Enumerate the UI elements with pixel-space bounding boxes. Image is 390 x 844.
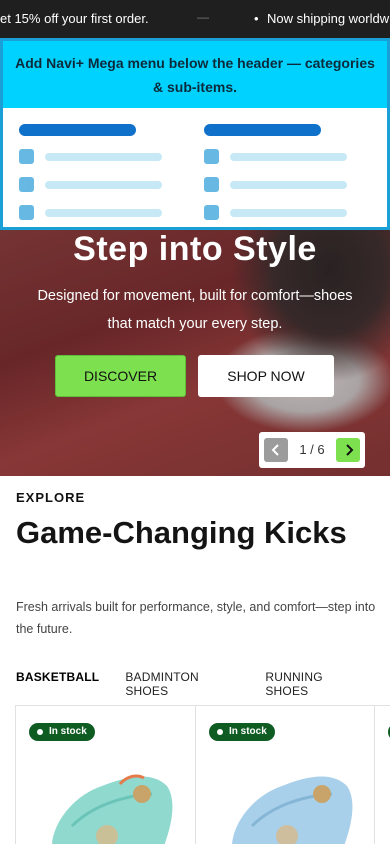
hero-banner: Step into Style Designed for movement, b… xyxy=(0,230,390,476)
mega-menu-banner-text: Add Navi+ Mega menu below the header — c… xyxy=(15,54,375,95)
subitem-icon xyxy=(19,205,34,220)
subitem-line xyxy=(45,180,162,189)
subitem-line xyxy=(45,152,162,161)
product-card[interactable] xyxy=(374,705,390,844)
announcement-separator: — xyxy=(197,10,209,24)
hero-subtitle: Designed for movement, built for comfort… xyxy=(37,288,353,332)
category-tabs: BASKETBALL BADMINTON SHOES RUNNING SHOES xyxy=(16,670,390,698)
tab-badminton-shoes[interactable]: BADMINTON SHOES xyxy=(125,670,239,698)
product-carousel: In stock In stock xyxy=(15,705,390,844)
subitem-icon xyxy=(204,149,219,164)
section-heading: Game-Changing Kicks xyxy=(16,515,347,550)
mega-menu-placeholder: Add Navi+ Mega menu below the header — c… xyxy=(0,38,390,230)
announcement-message-shipping: Now shipping worldw xyxy=(267,11,390,26)
announcement-message: et 15% off your first order. xyxy=(0,11,149,26)
product-card[interactable]: In stock xyxy=(15,705,196,844)
mega-menu-banner: Add Navi+ Mega menu below the header — c… xyxy=(3,41,387,108)
next-slide-button[interactable] xyxy=(336,438,360,462)
subitem-skeleton xyxy=(204,149,364,164)
subitem-icon xyxy=(19,177,34,192)
chevron-right-icon xyxy=(346,444,354,456)
shoe-image xyxy=(52,774,173,844)
announcement-bar: et 15% off your first order. — • Now shi… xyxy=(0,0,390,38)
announcement-bullet: • xyxy=(254,11,259,26)
slide-counter: 1 / 6 xyxy=(299,442,325,457)
mega-menu-columns xyxy=(3,108,387,227)
subitem-line xyxy=(230,208,347,217)
subitem-icon xyxy=(204,205,219,220)
discover-button[interactable]: DISCOVER xyxy=(55,355,186,397)
subitem-icon xyxy=(19,149,34,164)
tab-running-shoes[interactable]: RUNNING SHOES xyxy=(265,670,364,698)
subitem-line xyxy=(45,208,162,217)
chevron-left-icon xyxy=(271,444,279,456)
subitem-skeleton xyxy=(19,177,179,192)
slide-pager: 1 / 6 xyxy=(259,432,365,468)
section-description: Fresh arrivals built for performance, st… xyxy=(16,600,376,636)
category-heading-skeleton xyxy=(204,124,321,136)
product-card[interactable]: In stock xyxy=(195,705,376,844)
mega-menu-column xyxy=(19,124,179,233)
shoe-image xyxy=(232,776,353,844)
subitem-line xyxy=(230,152,347,161)
subitem-skeleton xyxy=(19,149,179,164)
subitem-skeleton xyxy=(204,205,364,220)
subitem-skeleton xyxy=(204,177,364,192)
previous-slide-button[interactable] xyxy=(264,438,288,462)
mega-menu-column xyxy=(204,124,364,233)
subitem-icon xyxy=(204,177,219,192)
subitem-line xyxy=(230,180,347,189)
category-heading-skeleton xyxy=(19,124,136,136)
stock-badge: In stock xyxy=(29,723,95,741)
hero-title: Step into Style xyxy=(73,230,317,268)
stock-badge: In stock xyxy=(209,723,275,741)
tab-basketball[interactable]: BASKETBALL xyxy=(16,670,99,698)
section-eyebrow: EXPLORE xyxy=(16,490,86,505)
subitem-skeleton xyxy=(19,205,179,220)
shop-now-button[interactable]: SHOP NOW xyxy=(198,355,334,397)
